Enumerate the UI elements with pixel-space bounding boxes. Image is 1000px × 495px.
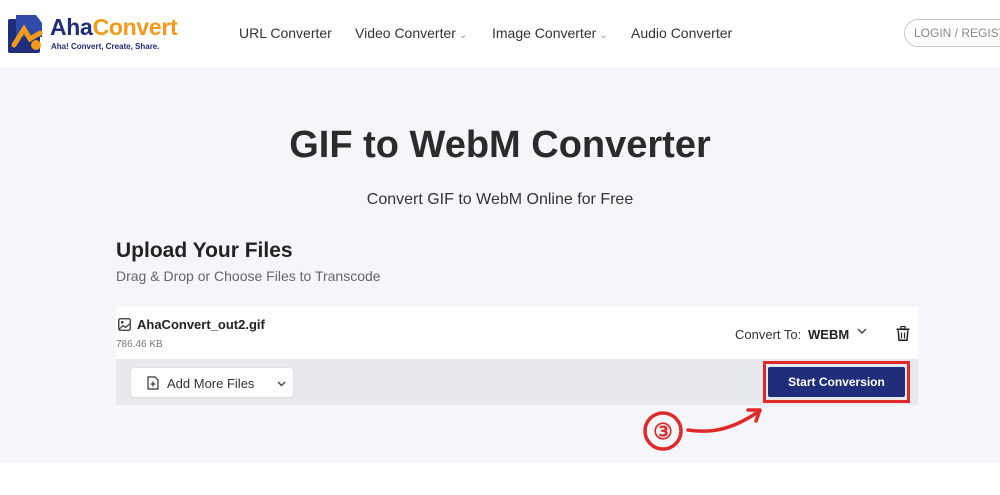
highlight-box: Start Conversion	[763, 361, 910, 403]
logo-wordmark: AhaConvert	[50, 14, 178, 41]
chevron-down-icon: ⌄	[599, 30, 608, 41]
delete-file-icon[interactable]	[896, 326, 910, 341]
nav-label: URL Converter	[239, 25, 332, 41]
upload-subtitle: Drag & Drop or Choose Files to Transcode	[116, 268, 381, 284]
nav-video-converter[interactable]: Video Converter ⌄	[355, 25, 467, 41]
chevron-down-icon: ⌄	[458, 30, 468, 41]
start-conversion-button[interactable]: Start Conversion	[768, 367, 905, 397]
nav-url-converter[interactable]: URL Converter	[239, 25, 332, 41]
page-subtitle: Convert GIF to WebM Online for Free	[366, 191, 634, 208]
chevron-down-icon[interactable]	[276, 378, 287, 389]
chevron-down-icon[interactable]	[856, 325, 868, 337]
image-file-icon	[118, 318, 131, 331]
add-file-icon	[147, 376, 159, 390]
arrow-icon	[686, 408, 762, 433]
site-header: AhaConvert Aha! Convert, Create, Share. …	[0, 0, 1000, 67]
converter-section: GIF to WebM Converter Convert GIF to Web…	[0, 67, 1000, 463]
page-title: GIF to WebM Converter	[289, 124, 711, 166]
nav-label: Image Converter	[492, 25, 597, 41]
upload-title: Upload Your Files	[116, 239, 293, 262]
file-name: AhaConvert_out2.gif	[137, 317, 265, 332]
nav-label: Video Converter	[355, 25, 456, 41]
add-more-files-button[interactable]: Add More Files	[130, 367, 294, 398]
site-logo[interactable]: AhaConvert Aha! Convert, Create, Share.	[6, 12, 191, 56]
convert-to-label: Convert To:	[735, 327, 802, 342]
add-more-files-label: Add More Files	[167, 376, 255, 391]
login-register-button[interactable]: LOGIN / REGIST	[904, 19, 1000, 47]
file-row: AhaConvert_out2.gif 786.46 KB Convert To…	[116, 307, 918, 359]
step-number-badge: ③	[643, 411, 683, 451]
nav-image-converter[interactable]: Image Converter ⌄	[492, 25, 608, 41]
file-action-bar: Add More Files Start Conversion	[116, 359, 918, 405]
logo-mark-icon	[8, 15, 43, 53]
nav-audio-converter[interactable]: Audio Converter	[631, 25, 732, 41]
format-select[interactable]: WEBM	[808, 327, 849, 342]
file-size: 786.46 KB	[116, 339, 163, 350]
logo-tagline: Aha! Convert, Create, Share.	[51, 42, 160, 51]
logo-name-part1: Aha	[50, 14, 93, 40]
nav-label: Audio Converter	[631, 25, 733, 41]
logo-name-part2: Convert	[92, 14, 178, 40]
step-number-text: ③	[653, 419, 673, 444]
